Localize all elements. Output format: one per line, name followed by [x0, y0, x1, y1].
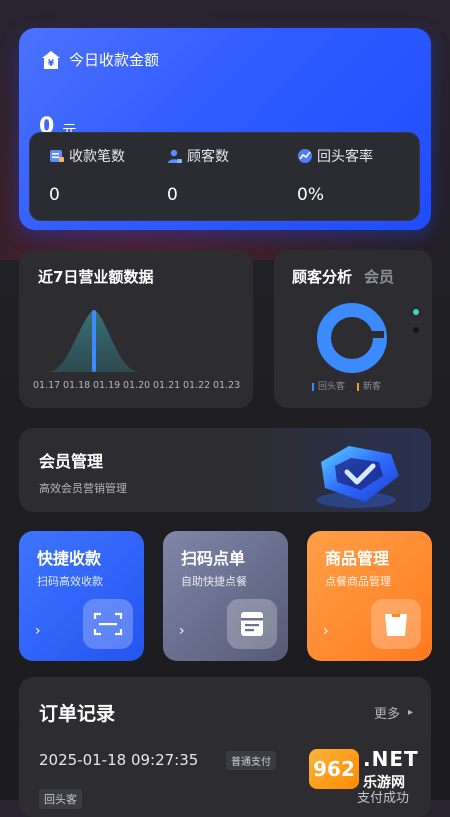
customer-tag: 回头客 — [39, 789, 82, 809]
legend-new: 新客 — [357, 379, 381, 392]
sales-chart: 01.17 01.18 01.19 01.20 01.21 01.22 01.23 — [33, 310, 240, 391]
chevron-right-icon: › — [35, 623, 41, 639]
customer-analysis-card[interactable]: 顾客分析 会员 回头客 新客 — [274, 250, 432, 408]
tab-member[interactable]: 会员 — [364, 266, 394, 287]
watermark-logo: 962 — [309, 749, 359, 789]
member-title: 会员管理 — [39, 452, 104, 471]
stat-value: 0 — [49, 185, 60, 205]
stat-label: 回头客率 — [317, 149, 373, 165]
stat-returning-rate: 回头客率 0% — [297, 146, 373, 205]
customer-tabs: 顾客分析 会员 — [292, 266, 394, 287]
watermark-text: .NET — [363, 747, 419, 771]
quick-payment-tile[interactable]: 快捷收款 扫码高效收款 › — [19, 531, 144, 661]
tile-subtitle: 自助快捷点餐 — [181, 575, 247, 588]
date-tick-label: 01.18 — [63, 380, 90, 391]
donut-gap — [366, 331, 384, 338]
chevron-right-icon: › — [323, 623, 329, 639]
stat-value: 0% — [297, 185, 324, 205]
revenue-house-icon: ¥ — [42, 50, 60, 69]
member-subtitle: 高效会员营销管理 — [39, 482, 127, 495]
tile-subtitle: 扫码高效收款 — [37, 575, 103, 588]
chevron-right-icon: ▸ — [407, 707, 413, 718]
goods-management-tile[interactable]: 商品管理 点餐商品管理 › — [307, 531, 432, 661]
orders-title: 订单记录 — [39, 703, 116, 725]
date-tick-label: 01.23 — [213, 380, 240, 391]
scan-icon — [93, 612, 123, 636]
sales-peak-bar — [92, 310, 96, 372]
menu-icon — [241, 612, 263, 636]
date-tick-label: 01.19 — [93, 380, 120, 391]
order-time: 2025-01-18 09:27:35 — [39, 751, 199, 769]
stat-label: 顾客数 — [187, 149, 229, 165]
legend-dot-dark — [413, 327, 419, 333]
stat-value: 0 — [167, 185, 178, 205]
svg-text:¥: ¥ — [48, 59, 55, 69]
sales-7day-card[interactable]: 近7日营业额数据 01.17 01.18 01.19 01.20 01.21 01.22 0… — [19, 250, 253, 408]
legend-returning: 回头客 — [312, 379, 345, 392]
today-revenue-card[interactable]: ¥ 今日收款金额 0 元 收款笔数 0 顾客数 0 回头客率 0% — [19, 28, 431, 230]
tile-title: 扫码点单 — [181, 549, 246, 568]
tile-icon-box — [371, 599, 421, 649]
summary-title: 今日收款金额 — [69, 51, 160, 69]
tile-title: 商品管理 — [325, 549, 390, 568]
stat-customer-count: 顾客数 0 — [167, 146, 229, 205]
summary-title-row: ¥ 今日收款金额 — [41, 49, 159, 70]
pay-type-badge: 普通支付 — [226, 751, 276, 770]
member-management-banner[interactable]: 会员管理 高效会员营销管理 — [19, 428, 431, 512]
customer-legend: 回头客 新客 — [312, 379, 381, 392]
receipt-icon — [50, 150, 64, 162]
customer-donut-chart — [317, 303, 387, 373]
stat-label: 收款笔数 — [69, 149, 125, 165]
date-tick-label: 01.20 — [123, 380, 150, 391]
date-labels: 01.17 01.18 01.19 01.20 01.21 01.22 01.23 — [33, 380, 240, 391]
tile-title: 快捷收款 — [37, 549, 102, 568]
site-watermark: 962 .NET 乐游网 — [309, 745, 443, 795]
legend-dot-teal — [413, 309, 419, 315]
tab-customer-analysis[interactable]: 顾客分析 — [292, 266, 352, 287]
tile-icon-box — [83, 599, 133, 649]
sales-title: 近7日营业额数据 — [38, 268, 154, 286]
watermark-sub: 乐游网 — [363, 775, 405, 791]
more-label: 更多 — [373, 707, 400, 722]
chevron-right-icon: › — [179, 623, 185, 639]
customer-icon — [168, 149, 182, 163]
member-gem-icon — [316, 446, 399, 508]
stat-payment-count: 收款笔数 0 — [49, 146, 125, 205]
scan-order-tile[interactable]: 扫码点单 自助快捷点餐 › — [163, 531, 288, 661]
tile-icon-box — [227, 599, 277, 649]
more-orders-link[interactable]: 更多 ▸ — [374, 703, 413, 722]
date-tick-label: 01.22 — [183, 380, 210, 391]
bag-icon — [385, 614, 407, 636]
tile-subtitle: 点餐商品管理 — [325, 575, 391, 588]
stats-box: 收款笔数 0 顾客数 0 回头客率 0% — [29, 132, 420, 221]
date-tick-label: 01.17 — [33, 380, 60, 391]
trend-icon — [298, 149, 312, 163]
date-tick-label: 01.21 — [153, 380, 180, 391]
